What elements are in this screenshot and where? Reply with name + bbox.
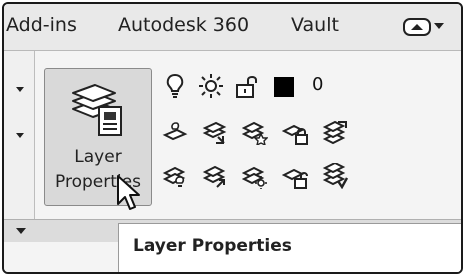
layer-isolate-icon[interactable] [242,119,268,145]
layer-color-swatch [274,77,294,97]
layer-off-icon[interactable] [162,119,188,145]
layer-on-icon[interactable] [162,163,188,189]
sun-thaw-icon [199,74,223,98]
chevron-down-icon[interactable] [16,133,24,138]
tab-vault[interactable]: Vault [291,14,339,36]
lightbulb-on-icon [166,73,184,98]
unlock-icon [236,76,257,98]
layer-properties-label-line1: Layer [74,147,122,167]
layer-match-icon[interactable] [202,119,228,145]
previous-panel-strip [4,51,35,219]
layer-properties-icon [72,84,122,136]
ribbon-frame: Add-ins Autodesk 360 Vault Layer Propert… [2,2,463,274]
layer-unlock-icon[interactable] [282,163,308,189]
chevron-down-icon[interactable] [16,228,26,234]
chevron-down-icon[interactable] [16,87,24,92]
layer-walk-icon[interactable] [322,119,348,145]
arrow-cursor-icon [117,175,140,210]
tooltip: Layer Properties [118,223,461,272]
minimize-ribbon-icon[interactable] [403,15,445,37]
layer-lock-icon[interactable] [282,119,308,145]
tab-autodesk-360[interactable]: Autodesk 360 [118,14,249,36]
current-layer-name: 0 [312,74,324,95]
ribbon-tab-bar: Add-ins Autodesk 360 Vault [4,4,461,51]
tab-add-ins[interactable]: Add-ins [6,14,77,36]
layer-freeze-icon[interactable] [242,163,268,189]
tooltip-title: Layer Properties [133,236,292,256]
copy-layer-icon[interactable] [322,163,348,189]
make-current-icon[interactable] [202,163,228,189]
